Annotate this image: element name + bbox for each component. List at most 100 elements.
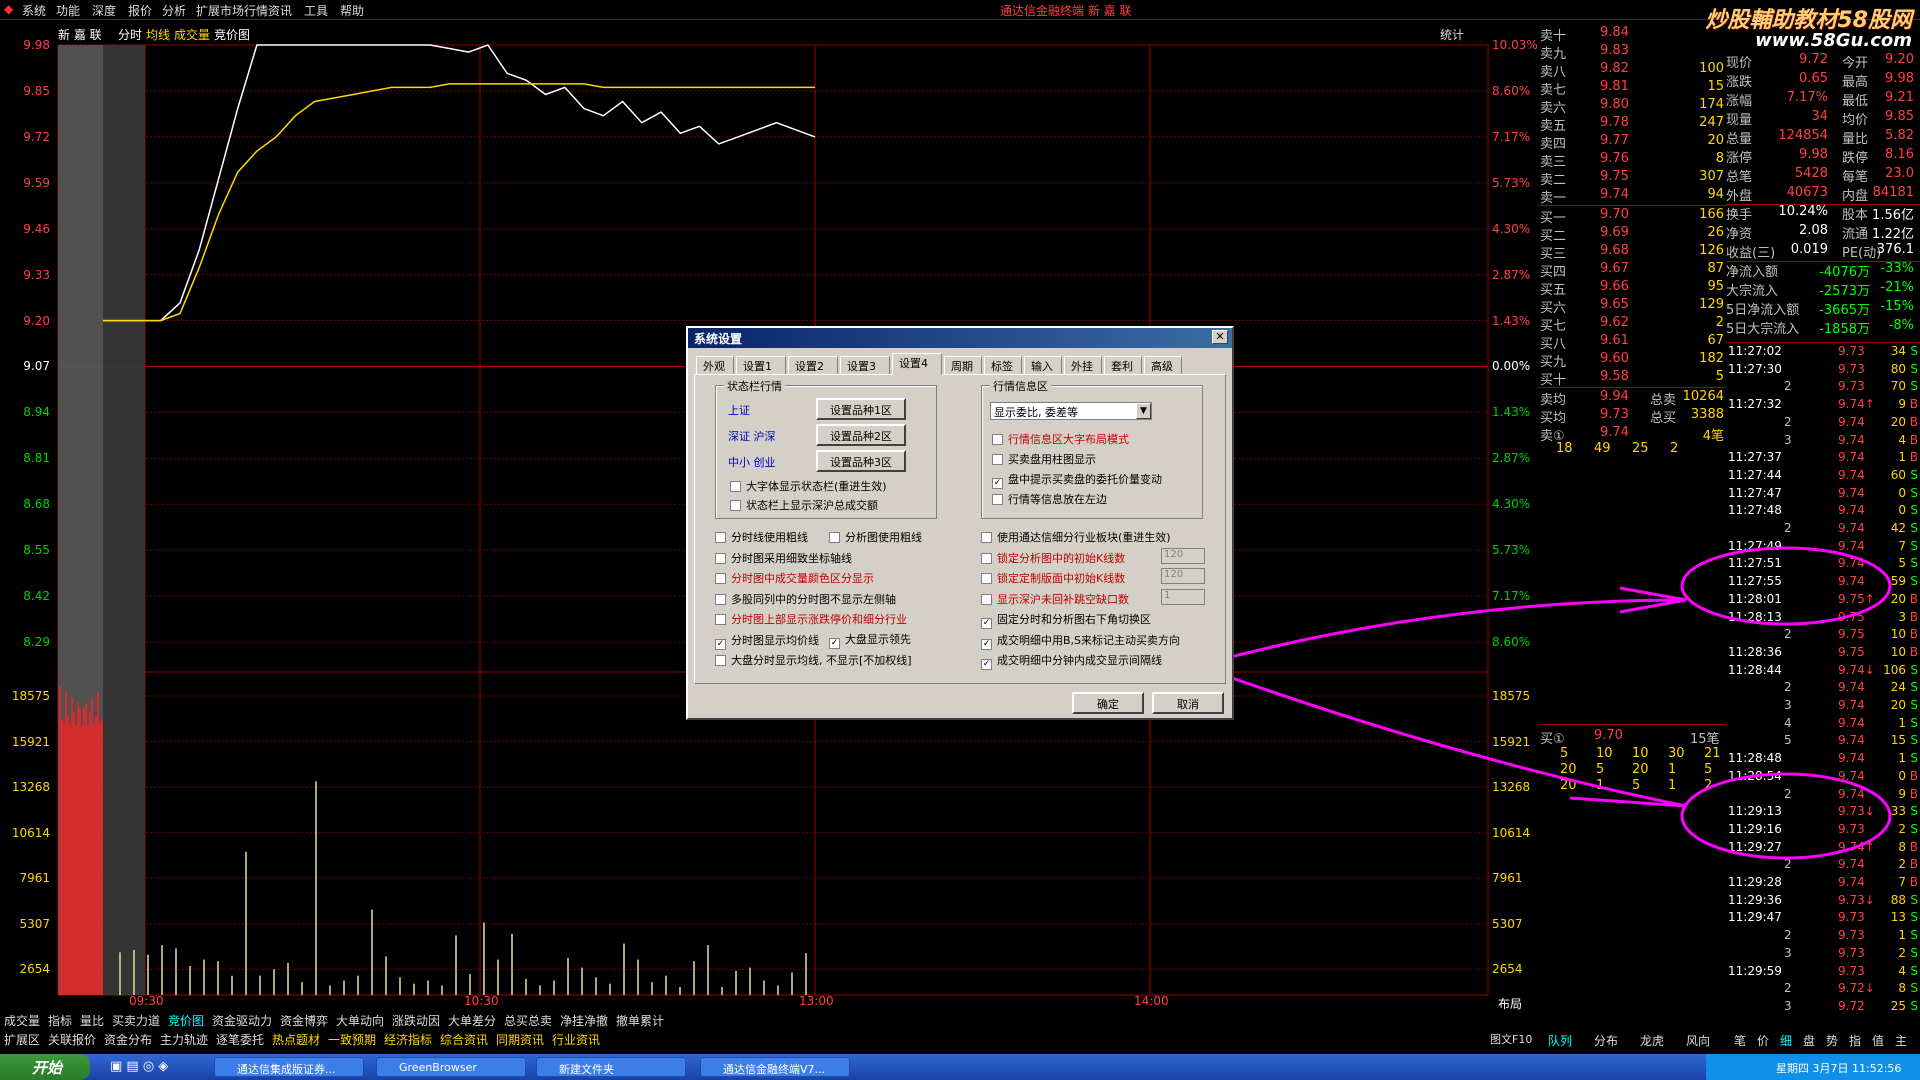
dialog-title-bar[interactable]: 系统设置 ✕ xyxy=(688,328,1232,348)
checkbox-icon[interactable] xyxy=(715,573,726,584)
task-0[interactable]: 通达信集成版证券... xyxy=(214,1057,364,1077)
checkbox-icon[interactable] xyxy=(829,532,840,543)
tab-周期[interactable]: 周期 xyxy=(944,356,982,374)
checkbox-icon[interactable]: ✓ xyxy=(992,478,1003,489)
tab-设置2[interactable]: 设置2 xyxy=(788,356,838,374)
tab-标签[interactable]: 标签 xyxy=(984,356,1022,374)
indicator-tab[interactable]: 资金驱动力 xyxy=(212,1012,272,1029)
f10-label[interactable]: 图文F10 xyxy=(1490,1031,1532,1047)
menu-0[interactable]: 系统 xyxy=(22,2,46,19)
quicklaunch-icons[interactable]: ▣ ▤ ◎ ◈ xyxy=(110,1059,168,1074)
chart-checkbox-2[interactable]: 分时图中成交量颜色区分显示 xyxy=(715,570,874,586)
close-icon[interactable]: ✕ xyxy=(1212,330,1228,344)
tab-高级[interactable]: 高级 xyxy=(1144,356,1182,374)
cancel-button[interactable]: 取消 xyxy=(1152,692,1224,714)
indicator-tab[interactable]: 总买总卖 xyxy=(504,1012,552,1029)
menu-2[interactable]: 深度 xyxy=(92,2,116,19)
kline-count-input-1[interactable]: 120 xyxy=(1161,547,1205,564)
checkbox-icon[interactable] xyxy=(992,494,1003,505)
checkbox-icon[interactable] xyxy=(981,532,992,543)
tick-tab[interactable]: 主 xyxy=(1895,1032,1907,1049)
checkbox-icon[interactable]: ✓ xyxy=(829,638,840,649)
ok-button[interactable]: 确定 xyxy=(1072,692,1144,714)
task-2[interactable]: 新建文件夹 xyxy=(536,1057,686,1077)
menu-4[interactable]: 分析 xyxy=(162,2,186,19)
status-checkbox-1[interactable]: 状态栏上显示深沪总成交额 xyxy=(730,497,878,513)
checkbox-icon[interactable] xyxy=(715,552,726,564)
tick-tab[interactable]: 价 xyxy=(1757,1032,1769,1049)
chart-checkbox-1[interactable]: 分时图采用细致坐标轴线 xyxy=(715,550,852,566)
extension-tab[interactable]: 主力轨迹 xyxy=(160,1031,208,1048)
tick-tab[interactable]: 值 xyxy=(1872,1032,1884,1049)
extension-tab[interactable]: 经济指标 xyxy=(384,1031,432,1048)
kline-count-input-2[interactable]: 120 xyxy=(1161,568,1205,584)
checkbox-icon[interactable] xyxy=(981,573,992,584)
misc-checkbox-4[interactable]: ✓ 固定分时和分析图右下角切换区 xyxy=(981,611,1151,629)
status-checkbox-0[interactable]: 大字体显示状态栏(重进生效) xyxy=(730,478,887,494)
checkbox-icon[interactable] xyxy=(981,593,992,605)
extension-tab[interactable]: 热点题材 xyxy=(272,1031,320,1048)
indicator-tab[interactable]: 指标 xyxy=(48,1012,72,1029)
extension-tab[interactable]: 行业资讯 xyxy=(552,1031,600,1048)
extension-tab[interactable]: 综合资讯 xyxy=(440,1031,488,1048)
misc-checkbox-2[interactable]: 锁定定制版面中初始K线数 xyxy=(981,570,1125,586)
right-tab[interactable]: 队列 xyxy=(1548,1032,1572,1049)
misc-checkbox-0[interactable]: 使用通达信细分行业板块(重进生效) xyxy=(981,529,1171,545)
chevron-down-icon[interactable]: ▼ xyxy=(1136,403,1151,419)
quote-checkbox-3[interactable]: 行情等信息放在左边 xyxy=(992,491,1107,507)
tick-tab[interactable]: 势 xyxy=(1826,1032,1838,1049)
kline-count-input-3[interactable]: 1 xyxy=(1161,588,1205,605)
indicator-tab[interactable]: 资金博弈 xyxy=(280,1012,328,1029)
checkbox-icon[interactable] xyxy=(715,655,726,666)
checkbox-icon[interactable] xyxy=(981,552,992,564)
start-button[interactable]: 开始 xyxy=(0,1054,90,1080)
misc-checkbox-5[interactable]: ✓ 成交明细中用B,S来标记主动买卖方向 xyxy=(981,632,1180,650)
indicator-tab[interactable]: 涨跌动因 xyxy=(392,1012,440,1029)
menu-6[interactable]: 资讯 xyxy=(268,2,292,19)
chart-checkbox-6[interactable]: 大盘分时显示均线, 不显示[不加权线] xyxy=(715,652,912,668)
indicator-tab[interactable]: 撤单累计 xyxy=(616,1012,664,1029)
indicator-tab[interactable]: 买卖力道 xyxy=(112,1012,160,1029)
misc-checkbox-1[interactable]: 锁定分析图中的初始K线数 xyxy=(981,550,1125,566)
chart-checkbox-5[interactable]: ✓ 分时图显示均价线 xyxy=(715,632,819,650)
tab-输入[interactable]: 输入 xyxy=(1024,356,1062,374)
tab-外挂[interactable]: 外挂 xyxy=(1064,356,1102,374)
checkbox-icon[interactable] xyxy=(715,614,726,625)
menu-3[interactable]: 报价 xyxy=(128,2,152,19)
indicator-tab[interactable]: 竞价图 xyxy=(168,1012,204,1029)
chart-checkbox-3[interactable]: 多股同列中的分时图不显示左侧轴 xyxy=(715,591,896,607)
task-1[interactable]: GreenBrowser xyxy=(376,1057,526,1077)
misc-checkbox-6[interactable]: ✓ 成交明细中分钟内成交显示间隔线 xyxy=(981,652,1162,670)
misc-checkbox-3[interactable]: 显示深沪未回补跳空缺口数 xyxy=(981,591,1129,607)
checkbox-icon[interactable]: ✓ xyxy=(981,659,992,670)
checkbox-icon[interactable] xyxy=(730,500,741,511)
indicator-tab[interactable]: 成交量 xyxy=(4,1012,40,1029)
chart-extra-checkbox-0[interactable]: 分析图使用粗线 xyxy=(829,529,922,545)
extension-tab[interactable]: 逐笔委托 xyxy=(216,1031,264,1048)
right-tab[interactable]: 龙虎 xyxy=(1640,1032,1664,1049)
tab-设置4[interactable]: 设置4 xyxy=(892,353,942,375)
right-tab[interactable]: 分布 xyxy=(1594,1032,1618,1049)
quote-display-select[interactable]: 显示委比, 委差等 ▼ xyxy=(990,402,1152,420)
status-set-button-2[interactable]: 设置品种3区 xyxy=(816,450,906,472)
menu-1[interactable]: 功能 xyxy=(56,2,80,19)
tab-设置3[interactable]: 设置3 xyxy=(840,356,890,374)
extension-tab[interactable]: 资金分布 xyxy=(104,1031,152,1048)
extension-tab[interactable]: 关联报价 xyxy=(48,1031,96,1048)
chart-checkbox-4[interactable]: 分时图上部显示涨跌停价和细分行业 xyxy=(715,611,907,627)
checkbox-icon[interactable]: ✓ xyxy=(981,618,992,629)
checkbox-icon[interactable] xyxy=(730,481,741,492)
checkbox-icon[interactable] xyxy=(992,434,1003,445)
right-tab[interactable]: 风向 xyxy=(1686,1032,1710,1049)
tab-外观[interactable]: 外观 xyxy=(696,356,734,374)
checkbox-icon[interactable]: ✓ xyxy=(981,638,992,650)
checkbox-icon[interactable] xyxy=(992,454,1003,465)
indicator-tab[interactable]: 大单差分 xyxy=(448,1012,496,1029)
menu-8[interactable]: 帮助 xyxy=(340,2,364,19)
indicator-tab[interactable]: 大单动向 xyxy=(336,1012,384,1029)
quote-checkbox-2[interactable]: ✓ 盘中提示买卖盘的委托价量变动 xyxy=(992,471,1162,489)
status-set-button-0[interactable]: 设置品种1区 xyxy=(816,398,906,420)
extension-tab[interactable]: 同期资讯 xyxy=(496,1031,544,1048)
quote-checkbox-0[interactable]: 行情信息区大字布局模式 xyxy=(992,431,1129,447)
tab-设置1[interactable]: 设置1 xyxy=(736,356,786,374)
